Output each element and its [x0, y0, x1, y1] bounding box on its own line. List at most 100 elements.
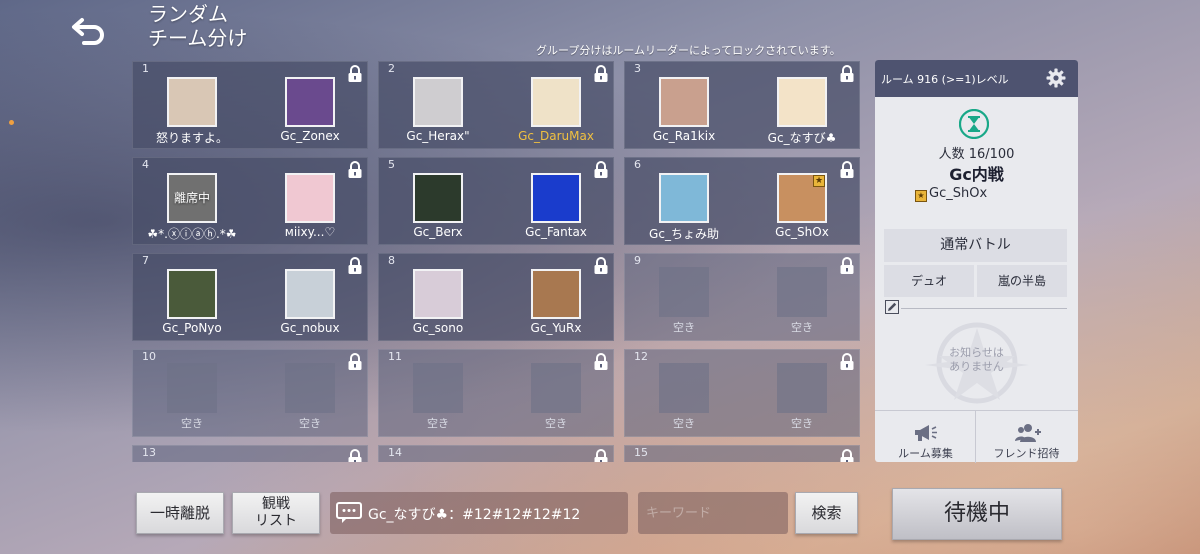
member-slot[interactable]: Gc_sono — [379, 254, 497, 342]
member-slot[interactable]: Gc_Berx — [379, 158, 497, 246]
empty-slot-label: 空き — [673, 321, 695, 334]
member-slot[interactable]: ᴍiixy...♡ — [251, 158, 369, 246]
avatar — [413, 77, 463, 127]
member-slot[interactable]: Gc_Ra1kix — [625, 62, 743, 150]
avatar — [531, 269, 581, 319]
member-slot[interactable]: ★ Gc_ShOx — [743, 158, 860, 246]
waiting-button[interactable]: 待機中 — [892, 488, 1062, 540]
member-slot[interactable]: Gc_なすび♣ — [743, 62, 860, 150]
team-group-2[interactable]: 2 Gc_Herax" Gc_DaruMax — [378, 61, 614, 149]
indicator-dot — [9, 120, 14, 125]
battle-mode: 通常バトル — [884, 229, 1067, 262]
team-group-9[interactable]: 9 空き 空き — [624, 253, 860, 341]
page-title-line1: ランダム — [148, 2, 228, 26]
member-slot[interactable]: 空き — [743, 350, 860, 438]
hourglass-icon — [959, 109, 989, 139]
member-slot[interactable]: 空き — [379, 350, 497, 438]
member-slot[interactable]: Gc_Fantax — [497, 158, 615, 246]
member-slot[interactable]: 空き — [497, 350, 615, 438]
search-button[interactable]: 検索 — [795, 492, 858, 534]
page-title: ランダム チーム分け — [148, 2, 247, 50]
lock-icon — [594, 449, 608, 462]
avatar — [167, 269, 217, 319]
friend-invite-button[interactable]: フレンド招待 — [976, 411, 1077, 463]
member-slot[interactable]: Gc_ちょみ助 — [625, 158, 743, 246]
team-group-8[interactable]: 8 Gc_sono Gc_YuRx — [378, 253, 614, 341]
team-group-3[interactable]: 3 Gc_Ra1kix Gc_なすび♣ — [624, 61, 860, 149]
team-group-14[interactable]: 14 — [378, 445, 614, 462]
member-slot[interactable]: 空き — [743, 254, 860, 342]
empty-slot-label: 空き — [791, 417, 813, 430]
member-slot[interactable]: 空き — [133, 350, 251, 438]
group-number: 15 — [634, 446, 648, 459]
avatar — [285, 77, 335, 127]
chat-message: Gc_なすび♣：#12#12#12#12 — [368, 507, 581, 523]
back-arrow-icon — [72, 18, 104, 45]
member-slot[interactable]: Gc_PoNyo — [133, 254, 251, 342]
member-slot[interactable]: 離席中 ☘*.ⓧⓘⓐⓗ.*☘ — [133, 158, 251, 246]
team-group-12[interactable]: 12 空き 空き — [624, 349, 860, 437]
member-name: Gc_Berx — [413, 225, 463, 239]
member-name: Gc_DaruMax — [518, 129, 594, 143]
empty-slot — [167, 363, 217, 413]
spectate-list-button[interactable]: 観戦 リスト — [232, 492, 320, 534]
team-group-7[interactable]: 7 Gc_PoNyo Gc_nobux — [132, 253, 368, 341]
avatar — [531, 77, 581, 127]
chat-box[interactable]: Gc_なすび♣：#12#12#12#12 — [330, 492, 628, 534]
member-slot[interactable]: 空き — [625, 350, 743, 438]
team-group-11[interactable]: 11 空き 空き — [378, 349, 614, 437]
search-input[interactable] — [638, 492, 788, 534]
edit-icon[interactable] — [885, 300, 899, 314]
member-slot[interactable]: 空き — [625, 254, 743, 342]
notice-text-line1: お知らせは — [949, 346, 1004, 359]
avatar — [777, 77, 827, 127]
team-group-5[interactable]: 5 Gc_Berx Gc_Fantax — [378, 157, 614, 245]
member-name: Gc_Zonex — [280, 129, 340, 143]
member-slot[interactable]: 怒りますよ。 — [133, 62, 251, 150]
group-grid: 1 怒りますよ。 Gc_Zonex 2 Gc_Herax" Gc_DaruMax 3 Gc_R… — [132, 61, 860, 462]
member-slot[interactable]: Gc_DaruMax — [497, 62, 615, 150]
notice-text-line2: ありません — [949, 360, 1004, 373]
empty-slot — [777, 267, 827, 317]
empty-slot-label: 空き — [545, 417, 567, 430]
friend-invite-label: フレンド招待 — [993, 447, 1060, 460]
team-group-4[interactable]: 4 離席中 ☘*.ⓧⓘⓐⓗ.*☘ ᴍiixy...♡ — [132, 157, 368, 245]
megaphone-icon — [915, 425, 937, 441]
room-host-name: Gc_ShOx — [929, 186, 988, 201]
empty-slot — [659, 363, 709, 413]
member-slot[interactable]: Gc_Zonex — [251, 62, 369, 150]
away-status: 離席中 — [173, 191, 210, 205]
empty-slot-label: 空き — [299, 417, 321, 430]
team-group-1[interactable]: 1 怒りますよ。 Gc_Zonex — [132, 61, 368, 149]
avatar — [659, 77, 709, 127]
team-type: デュオ — [884, 265, 974, 297]
member-slot[interactable]: Gc_nobux — [251, 254, 369, 342]
avatar — [531, 173, 581, 223]
gear-icon[interactable] — [1046, 68, 1066, 88]
team-group-15[interactable]: 15 — [624, 445, 860, 462]
team-group-6[interactable]: 6 Gc_ちょみ助 ★ Gc_ShOx — [624, 157, 860, 245]
member-slot[interactable]: 空き — [251, 350, 369, 438]
avatar: 離席中 — [167, 173, 217, 223]
panel-footer: ルーム募集 フレンド招待 — [875, 410, 1078, 463]
back-button[interactable] — [70, 12, 110, 48]
spectate-label-line1: 観戦 — [262, 496, 290, 512]
avatar: ★ — [777, 173, 827, 223]
page-title-line2: チーム分け — [148, 26, 248, 50]
team-group-13[interactable]: 13 — [132, 445, 368, 462]
member-slot[interactable]: Gc_YuRx — [497, 254, 615, 342]
member-name: Gc_Ra1kix — [652, 129, 716, 143]
member-name: Gc_なすび♣ — [767, 131, 837, 145]
member-name: ᴍiixy...♡ — [284, 225, 336, 239]
room-host: ★ Gc_ShOx — [915, 186, 987, 202]
temporary-leave-button[interactable]: 一時離脱 — [136, 492, 224, 534]
team-group-10[interactable]: 10 空き 空き — [132, 349, 368, 437]
notice-text: お知らせは ありません — [875, 346, 1078, 374]
room-recruit-button[interactable]: ルーム募集 — [875, 411, 976, 463]
empty-slot — [531, 363, 581, 413]
avatar — [659, 173, 709, 223]
empty-slot-label: 空き — [791, 321, 813, 334]
member-slot[interactable]: Gc_Herax" — [379, 62, 497, 150]
room-recruit-label: ルーム募集 — [898, 447, 953, 460]
member-name: Gc_Herax" — [406, 129, 470, 143]
